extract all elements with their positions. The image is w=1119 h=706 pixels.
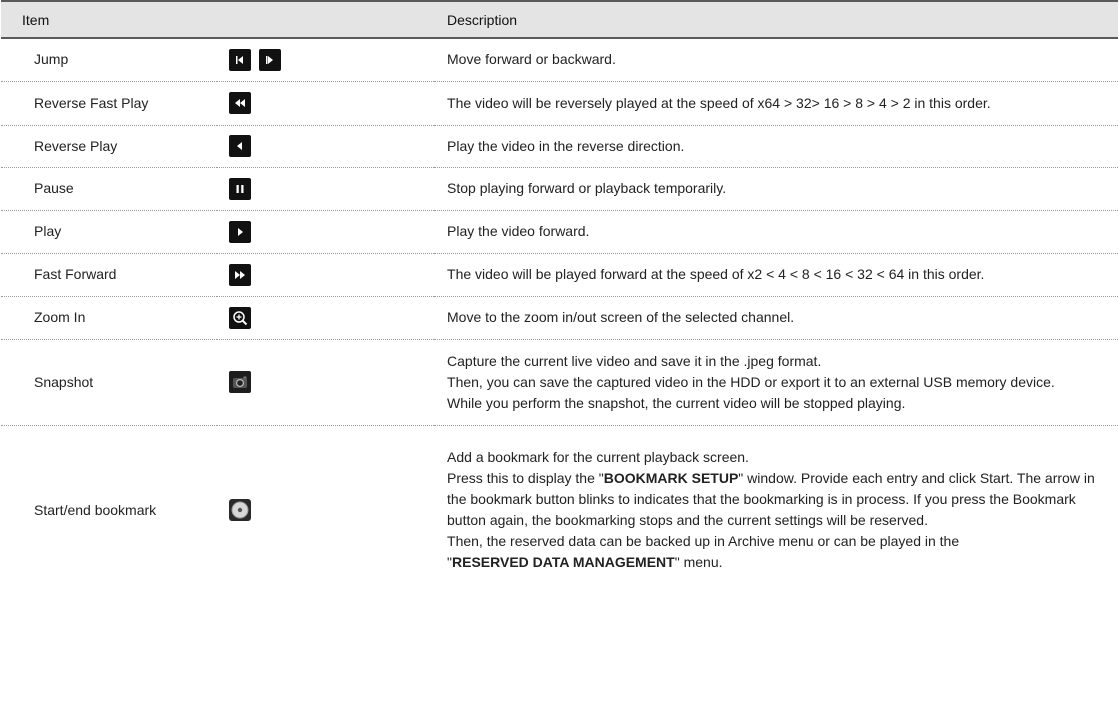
row-description: The video will be reversely played at th… bbox=[434, 81, 1119, 126]
row-icon-cell bbox=[217, 81, 435, 126]
description-text: Press this to display the " bbox=[447, 470, 604, 487]
description-line: Then, you can save the captured video in… bbox=[447, 373, 1055, 390]
table-row: Reverse Play Play the video in the rever… bbox=[1, 125, 1119, 168]
table-row: Fast Forward The video will be played fo… bbox=[1, 253, 1119, 297]
row-item-label: Fast Forward bbox=[1, 253, 217, 297]
description-line: Press this to display the "BOOKMARK SETU… bbox=[447, 468, 1114, 531]
row-item-label: Start/end bookmark bbox=[34, 501, 157, 518]
row-description: Play the video in the reverse direction. bbox=[434, 125, 1119, 168]
description-text: " menu. bbox=[674, 554, 723, 571]
row-description: Play the video forward. bbox=[434, 210, 1119, 254]
bookmark-setup-label: BOOKMARK SETUP bbox=[603, 470, 739, 487]
description-line: Add a bookmark for the current playback … bbox=[447, 449, 749, 466]
jump-backward-icon[interactable] bbox=[229, 48, 251, 71]
row-icon-cell bbox=[217, 167, 435, 211]
reserved-data-management-label: RESERVED DATA MANAGEMENT bbox=[452, 554, 675, 571]
row-item-label: Snapshot bbox=[1, 339, 217, 426]
table-row: Jump Move forward or backward. bbox=[1, 38, 1119, 82]
row-icon-cell bbox=[217, 253, 435, 297]
table-row: Start/end bookmark Add a bookmark for th… bbox=[1, 425, 1118, 595]
row-icon-cell bbox=[217, 425, 434, 595]
fast-forward-icon[interactable] bbox=[229, 263, 251, 286]
bookmark-disc-icon[interactable] bbox=[229, 499, 251, 522]
jump-forward-icon[interactable] bbox=[258, 48, 281, 71]
table-row: Reverse Fast Play The video will be reve… bbox=[1, 81, 1119, 126]
reverse-play-icon[interactable] bbox=[229, 135, 251, 158]
row-item-label: Zoom In bbox=[1, 296, 217, 340]
row-item-label: Reverse Play bbox=[1, 125, 217, 168]
table-row: Snapshot Capture the current live video … bbox=[1, 339, 1119, 426]
row-description: Move to the zoom in/out screen of the se… bbox=[434, 296, 1119, 340]
row-item-label: Pause bbox=[1, 167, 217, 211]
description-line: Capture the current live video and save … bbox=[447, 352, 822, 369]
description-line: "RESERVED DATA MANAGEMENT" menu. bbox=[447, 552, 1114, 573]
table-row: Play Play the video forward. bbox=[1, 210, 1119, 254]
row-icon-cell bbox=[217, 210, 435, 254]
camera-icon[interactable] bbox=[229, 371, 251, 394]
row-icon-cell bbox=[217, 38, 435, 82]
row-item-label: Reverse Fast Play bbox=[1, 81, 217, 126]
description-line: Then, the reserved data can be backed up… bbox=[447, 533, 960, 550]
header-description: Description bbox=[434, 0, 1119, 39]
reverse-fast-play-icon[interactable] bbox=[229, 92, 251, 115]
table-row: Pause Stop playing forward or playback t… bbox=[1, 167, 1119, 211]
table-header-row: Item Description bbox=[1, 0, 1119, 39]
reference-table: Item Description Jump Move forward or ba… bbox=[1, 0, 1119, 595]
row-icon-cell bbox=[217, 296, 435, 340]
pause-icon[interactable] bbox=[229, 177, 251, 200]
row-description: Stop playing forward or playback tempora… bbox=[434, 167, 1119, 211]
row-description: The video will be played forward at the … bbox=[434, 253, 1119, 297]
row-description: Add a bookmark for the current playback … bbox=[434, 425, 1118, 595]
row-description: Capture the current live video and save … bbox=[434, 339, 1119, 426]
table-row: Zoom In Move to the zoom in/out screen o… bbox=[1, 296, 1119, 340]
row-icon-cell bbox=[217, 339, 435, 426]
play-icon[interactable] bbox=[229, 220, 251, 243]
zoom-in-icon[interactable] bbox=[229, 306, 251, 329]
row-item-label: Jump bbox=[1, 38, 217, 82]
header-item: Item bbox=[1, 0, 435, 39]
description-line: While you perform the snapshot, the curr… bbox=[447, 394, 906, 411]
row-description: Move forward or backward. bbox=[434, 38, 1119, 82]
row-item-label: Play bbox=[1, 210, 217, 254]
row-icon-cell bbox=[217, 125, 435, 168]
